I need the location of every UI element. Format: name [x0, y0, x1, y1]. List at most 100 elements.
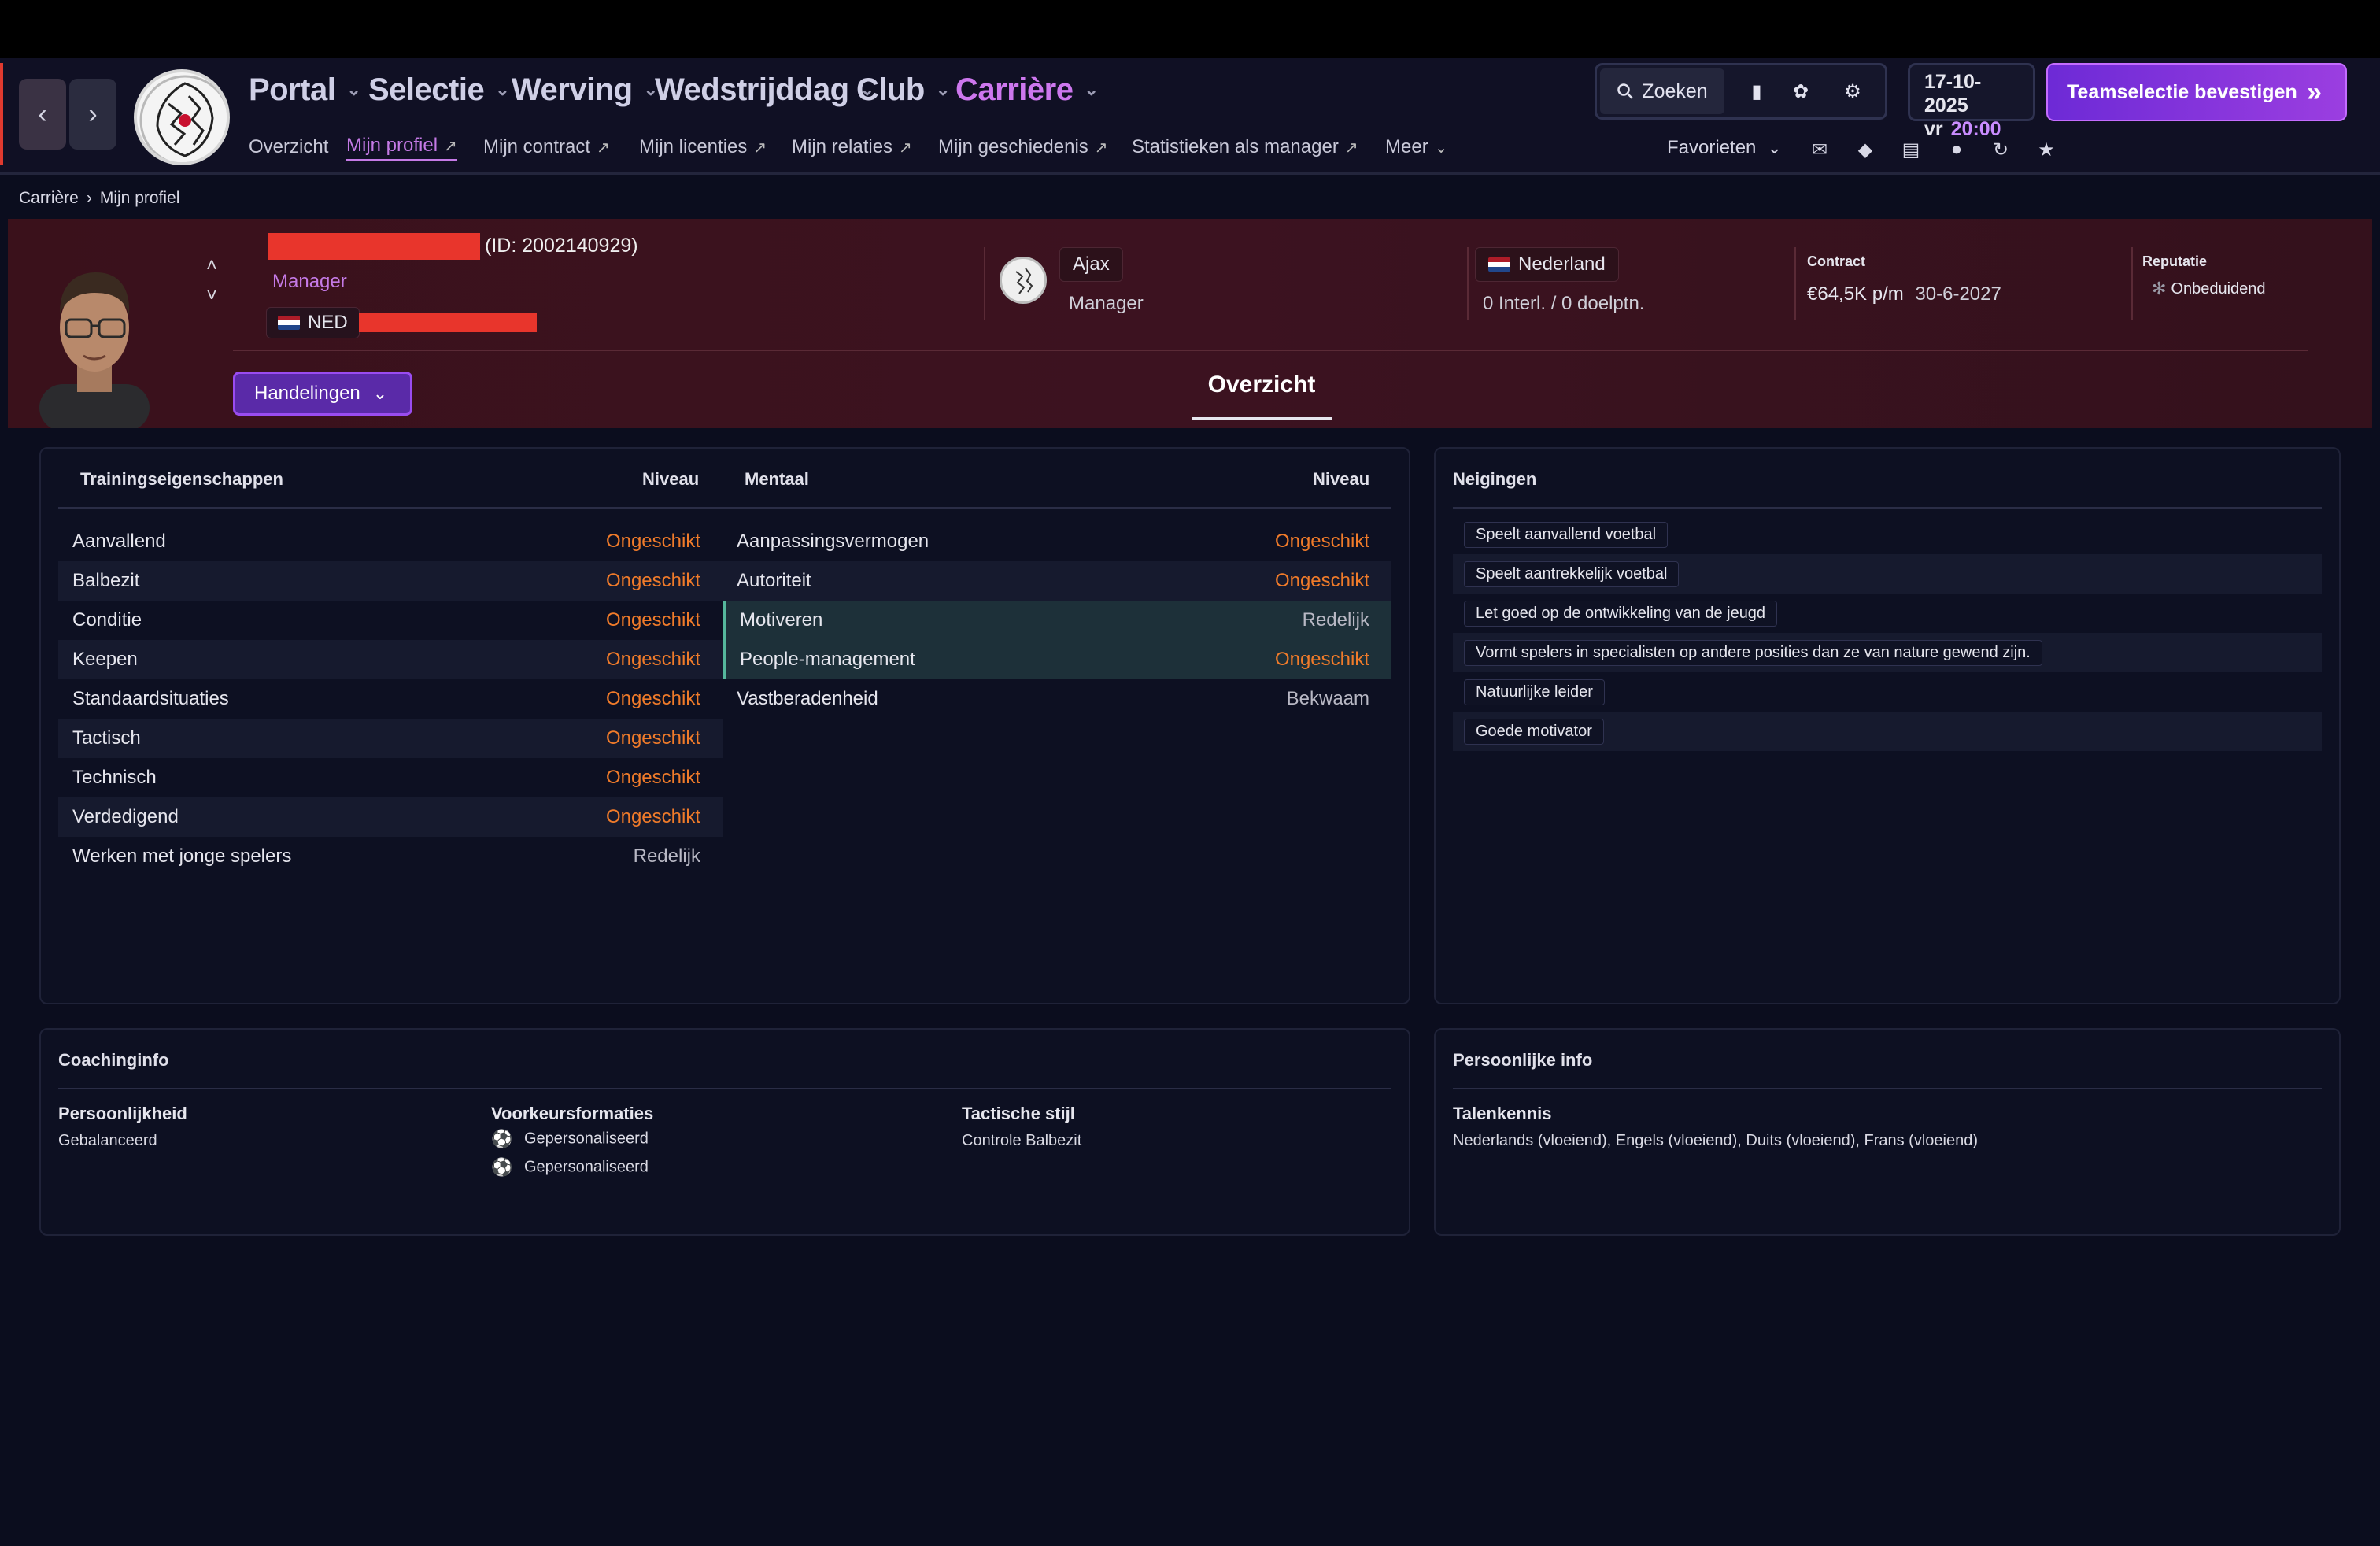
attribute-level: Redelijk [633, 845, 700, 867]
club-badge[interactable] [1000, 257, 1047, 304]
divider [984, 247, 985, 320]
list-item[interactable]: Balbezit Ongeschikt [58, 561, 722, 601]
list-item[interactable]: Standaardsituaties Ongeschikt [58, 679, 722, 719]
brain-button[interactable]: ✿ [1779, 68, 1823, 114]
formation-item[interactable]: ⚽ Gepersonaliseerd [491, 1129, 649, 1149]
nationality-badge[interactable]: NED [266, 307, 360, 338]
subnav-mijn-profiel[interactable]: Mijn profiel ↗ [346, 134, 457, 161]
list-item: Vormt spelers in specialisten op andere … [1453, 633, 2322, 672]
training-header: Trainingseigenschappen [80, 469, 283, 489]
external-link-icon: ↗ [1094, 139, 1108, 157]
settings-button[interactable]: ⚙ [1831, 68, 1875, 114]
training-level-header: Niveau [642, 469, 700, 489]
list-item[interactable]: Technisch Ongeschikt [58, 758, 722, 797]
list-item[interactable]: Autoriteit Ongeschikt [722, 561, 1391, 601]
header-divider [58, 507, 1391, 509]
club-logo[interactable] [134, 69, 230, 165]
reputation-value: ✻ Onbeduidend [2152, 279, 2266, 299]
formation-item[interactable]: ⚽ Gepersonaliseerd [491, 1157, 649, 1178]
forward-button[interactable]: › [69, 79, 116, 150]
search-label: Zoeken [1642, 80, 1708, 102]
gear-icon: ⚙ [1844, 80, 1861, 102]
nav-carriere[interactable]: Carrière ⌄ [955, 69, 1099, 110]
tendency-tag[interactable]: Speelt aanvallend voetbal [1464, 521, 1669, 548]
bookmark-button[interactable]: ▮ [1735, 68, 1779, 114]
attribute-name: Balbezit [72, 570, 140, 591]
favorites-dropdown[interactable]: Favorieten ⌄ [1667, 137, 1782, 159]
club-name[interactable]: Ajax [1059, 247, 1123, 282]
back-button[interactable]: ‹ [19, 79, 66, 150]
list-item[interactable]: Keepen Ongeschikt [58, 640, 722, 679]
list-item: Speelt aanvallend voetbal [1453, 515, 2322, 554]
list-item[interactable]: People-management Ongeschikt [722, 640, 1391, 679]
list-item[interactable]: Aanpassingsvermogen Ongeschikt [722, 522, 1391, 561]
attribute-name: Autoriteit [737, 570, 811, 591]
country-badge[interactable]: Nederland [1475, 247, 1619, 282]
tab-label: Overzicht [1207, 372, 1316, 398]
game-date[interactable]: 17-10-2025 vr 20:00 [1908, 63, 2035, 140]
list-item[interactable]: Tactisch Ongeschikt [58, 719, 722, 758]
subnav-overzicht[interactable]: Overzicht [249, 134, 328, 161]
chevron-down-icon: ⌄ [1767, 138, 1782, 157]
favorite-refresh[interactable]: ↻ [1985, 135, 2016, 164]
tendencies-header: Neigingen [1453, 469, 1537, 489]
attribute-name: Verdedigend [72, 806, 179, 827]
nav-club[interactable]: Club ⌄ [856, 69, 950, 110]
list-item[interactable]: Motiveren Redelijk [722, 601, 1391, 640]
nav-portal[interactable]: Portal ⌄ [249, 69, 361, 110]
nav-selectie[interactable]: Selectie ⌄ [368, 69, 510, 110]
favorite-kit[interactable]: ◆ [1850, 135, 1881, 164]
tendency-tag[interactable]: Natuurlijke leider [1464, 679, 1605, 705]
search-button[interactable]: Zoeken [1600, 68, 1724, 114]
favorite-inbox[interactable]: ✉ [1804, 135, 1835, 164]
subnav-mijn-licenties[interactable]: Mijn licenties ↗ [639, 134, 767, 161]
confirm-team-selection-button[interactable]: Teamselectie bevestigen » [2046, 63, 2347, 121]
tactical-style-label: Tactische stijl [962, 1104, 1075, 1123]
list-item[interactable]: Vastberadenheid Bekwaam [722, 679, 1391, 719]
tactical-style-value: Controle Balbezit [962, 1132, 1082, 1149]
mental-list: Aanpassingsvermogen Ongeschikt Autoriteit… [722, 522, 1391, 719]
tendency-tag[interactable]: Vormt spelers in specialisten op andere … [1464, 639, 2042, 666]
attribute-name: Vastberadenheid [737, 688, 878, 709]
list-item[interactable]: Aanvallend Ongeschikt [58, 522, 722, 561]
tab-overzicht[interactable]: Overzicht [1192, 372, 1332, 420]
favorite-people[interactable]: ● [1941, 135, 1972, 164]
tendency-tag[interactable]: Let goed op de ontwikkeling van de jeugd [1464, 600, 1778, 627]
attribute-level: Redelijk [1302, 609, 1369, 631]
subnav-mijn-geschiedenis[interactable]: Mijn geschiedenis ↗ [938, 134, 1108, 161]
favorite-trophy[interactable]: ★ [2031, 135, 2062, 164]
previous-profile-button[interactable]: ˄ [206, 255, 217, 277]
formations-label: Voorkeursformaties [491, 1104, 654, 1123]
attribute-level: Ongeschikt [605, 767, 700, 788]
nav-werving[interactable]: Werving ⌄ [512, 69, 658, 110]
profile-role[interactable]: Manager [272, 271, 347, 293]
attribute-level: Ongeschikt [605, 570, 700, 591]
nav-wedstrijddag[interactable]: Wedstrijddag ⌄ [655, 69, 874, 110]
favorite-staff[interactable]: ▤ [1895, 135, 1927, 164]
chevron-down-icon: ˅ [206, 285, 218, 306]
list-item[interactable]: Conditie Ongeschikt [58, 601, 722, 640]
profile-id: (ID: 2002140929) [485, 235, 638, 257]
window-top-bar [0, 0, 2380, 58]
personality-label: Persoonlijkheid [58, 1104, 187, 1123]
subnav-mijn-relaties[interactable]: Mijn relaties ↗ [792, 134, 912, 161]
breadcrumb-parent[interactable]: Carrière [19, 189, 79, 208]
subnav-mijn-contract[interactable]: Mijn contract ↗ [483, 134, 610, 161]
subnav-statistieken[interactable]: Statistieken als manager ↗ [1132, 134, 1358, 161]
nationality-code: NED [308, 312, 348, 333]
next-profile-button[interactable]: ˅ [206, 285, 217, 307]
languages-value: Nederlands (vloeiend), Engels (vloeiend)… [1453, 1132, 1978, 1149]
tendency-tag[interactable]: Speelt aantrekkelijk voetbal [1464, 560, 1680, 587]
personality-value: Gebalanceerd [58, 1132, 157, 1149]
attribute-level: Ongeschikt [1274, 649, 1369, 670]
tendency-tag[interactable]: Goede motivator [1464, 718, 1604, 745]
list-item[interactable]: Verdedigend Ongeschikt [58, 797, 722, 837]
list-item[interactable]: Werken met jonge spelers Redelijk [58, 837, 722, 876]
attribute-name: Conditie [72, 609, 142, 631]
list-item: Natuurlijke leider [1453, 672, 2322, 712]
club-name-text: Ajax [1073, 253, 1110, 275]
subnav-meer[interactable]: Meer ⌄ [1385, 134, 1447, 161]
actions-dropdown-button[interactable]: Handelingen ⌄ [233, 372, 412, 416]
header-divider [1453, 1088, 2322, 1089]
chevron-down-icon: ⌄ [495, 80, 510, 99]
